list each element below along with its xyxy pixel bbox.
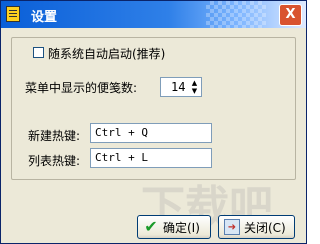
autostart-checkbox[interactable] bbox=[33, 47, 44, 58]
settings-dialog: 设置 X 随系统自动启动(推荐) 菜单中显示的便笺数: 14 ▲ ▼ 新建热键:… bbox=[0, 0, 307, 244]
new-hotkey-label: 新建热键: bbox=[28, 129, 81, 143]
ok-button-label: 确定(I) bbox=[163, 220, 200, 235]
titlebar-close-button[interactable]: X bbox=[279, 4, 302, 26]
list-hotkey-label: 列表热键: bbox=[28, 154, 81, 168]
note-count-spinner[interactable]: 14 ▲ ▼ bbox=[160, 77, 202, 97]
spin-down-arrow-icon[interactable]: ▼ bbox=[189, 87, 200, 95]
note-count-label: 菜单中显示的便笺数: bbox=[25, 81, 138, 95]
checkmark-icon: ✔ bbox=[144, 217, 158, 236]
new-hotkey-input[interactable]: Ctrl + Q bbox=[90, 123, 212, 143]
note-count-value[interactable]: 14 bbox=[171, 80, 185, 94]
list-hotkey-input[interactable]: Ctrl + L bbox=[90, 148, 212, 168]
exit-door-icon: ➜ bbox=[224, 219, 240, 235]
close-button[interactable]: ➜ 关闭(C) bbox=[218, 215, 295, 239]
notepad-icon bbox=[6, 6, 20, 22]
ok-button[interactable]: ✔ 确定(I) bbox=[137, 215, 211, 239]
autostart-label[interactable]: 随系统自动启动(推荐) bbox=[48, 45, 165, 62]
window-title: 设置 bbox=[31, 10, 58, 25]
title-bar[interactable]: 设置 X bbox=[1, 1, 306, 28]
spin-up-arrow-icon[interactable]: ▲ bbox=[189, 79, 200, 87]
close-button-label: 关闭(C) bbox=[244, 220, 286, 235]
titlebar-pattern bbox=[206, 1, 266, 28]
